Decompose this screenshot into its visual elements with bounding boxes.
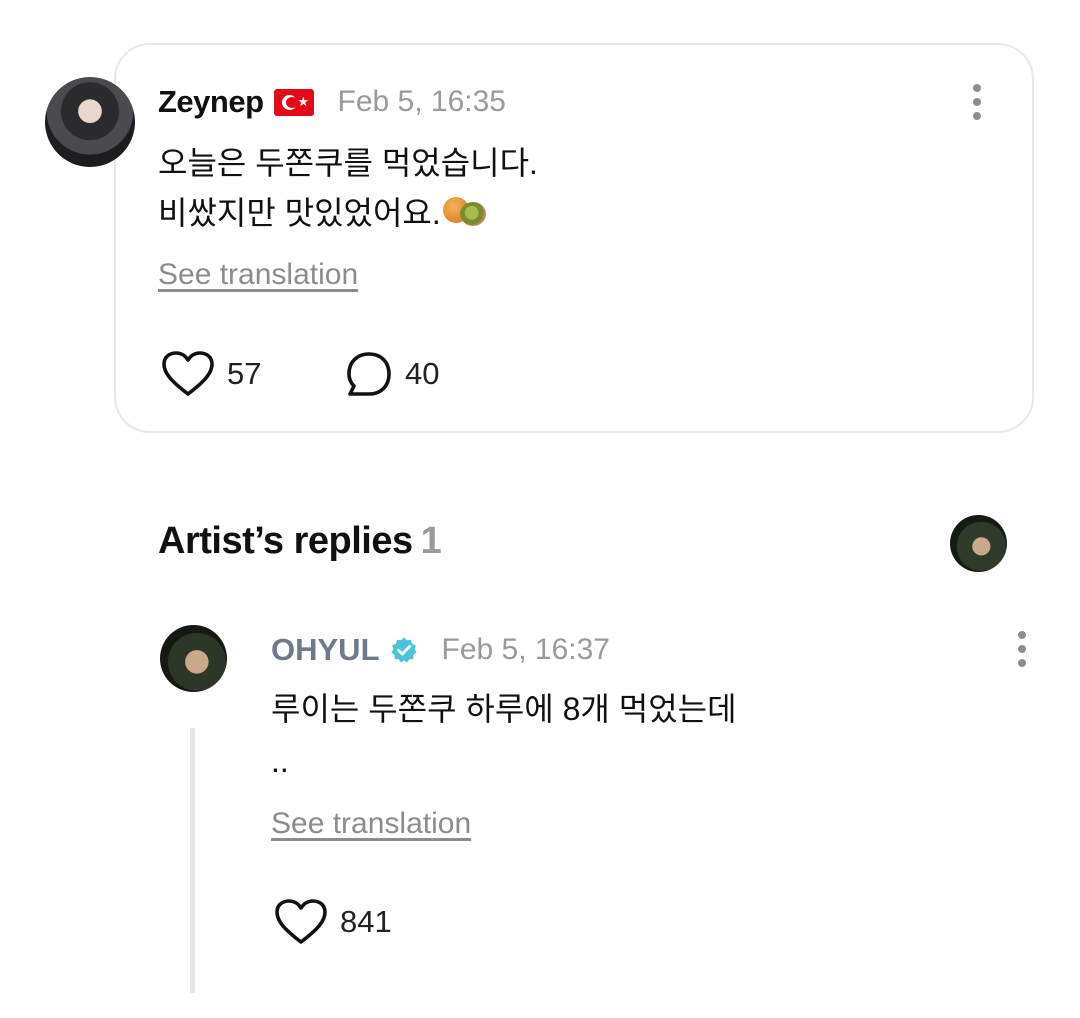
reply-header: OHYUL Feb 5, 16:37 [271,630,610,670]
more-options-icon[interactable] [973,84,983,120]
artist-replies-count: 1 [420,520,442,562]
post-text-line-2: 비쌌지만 맛있었어요. [158,195,441,231]
comment-bubble-icon [347,352,391,396]
artist-avatar-small[interactable] [950,515,1007,572]
reply-text: 루이는 두쫀쿠 하루에 8개 먹었는데 .. [271,691,737,779]
post-author-avatar[interactable] [45,77,135,167]
comment-count: 40 [405,356,440,391]
post-text-line: 오늘은 두쫀쿠를 먹었습니다. [158,145,538,181]
reply-like-count: 841 [340,904,392,939]
like-count: 57 [227,356,262,391]
post-timestamp: Feb 5, 16:35 [337,85,506,118]
more-options-icon[interactable] [1018,631,1028,667]
post-author-name[interactable]: Zeynep [158,84,264,120]
reply-author-avatar[interactable] [160,625,227,692]
buns-emoji-icon [441,194,489,228]
like-button[interactable]: 57 [161,350,261,398]
post-header: Zeynep ★ Feb 5, 16:35 [158,82,506,122]
heart-icon [275,899,327,944]
post-text-line: 비쌌지만 맛있었어요. [158,188,538,238]
turkey-flag-icon: ★ [273,88,314,116]
artist-replies-title: Artist’s replies [158,520,413,562]
post-text: 오늘은 두쫀쿠를 먹었습니다. 비쌌지만 맛있었어요. [158,138,538,238]
see-translation-link[interactable]: See translation [271,807,471,841]
see-translation-link[interactable]: See translation [158,258,358,292]
comment-button[interactable]: 40 [345,350,439,398]
thread-line [190,728,195,993]
reply-timestamp: Feb 5, 16:37 [441,633,610,666]
reply-like-button[interactable]: 841 [274,898,392,946]
artist-replies-heading: Artist’s replies 1 [158,520,442,563]
heart-icon [162,351,214,396]
reply-author-name[interactable]: OHYUL [271,632,380,668]
verified-badge-icon [391,637,416,663]
